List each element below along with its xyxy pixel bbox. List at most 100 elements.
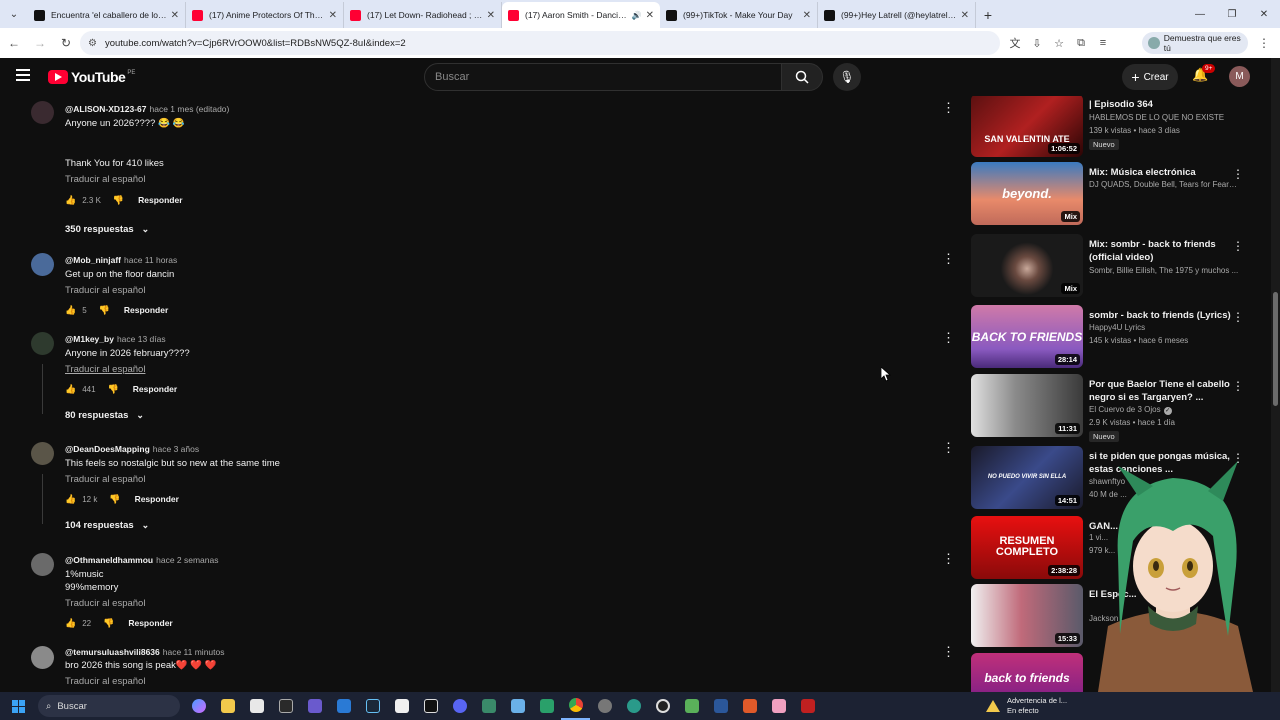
channel-name[interactable]: HABLEMOS DE LO QUE NO EXISTE — [1089, 113, 1239, 122]
nodes-app-icon[interactable] — [532, 692, 561, 720]
reply-button[interactable]: Responder — [124, 305, 168, 315]
video-thumbnail[interactable]: RESUMEN COMPLETO 2:38:28 — [971, 516, 1083, 579]
speaker-icon[interactable]: 🔊 — [632, 11, 642, 20]
reload-icon[interactable]: ↻ — [54, 31, 78, 55]
comment-more-icon[interactable]: ⋮ — [942, 440, 955, 456]
vtube-studio-icon[interactable] — [677, 692, 706, 720]
channel-name[interactable]: El Cuervo de 3 Ojos ✓ — [1089, 405, 1239, 415]
video-title[interactable]: Mix: sombr - back to friends (official v… — [1089, 238, 1239, 264]
restore-icon[interactable]: ❐ — [1216, 0, 1248, 28]
video-more-icon[interactable]: ⋮ — [1232, 167, 1244, 181]
obs-icon[interactable] — [648, 692, 677, 720]
comment-author[interactable]: @ALISON-XD123-67 — [65, 104, 147, 114]
comment-more-icon[interactable]: ⋮ — [942, 551, 955, 567]
site-info-icon[interactable]: ⚙ — [88, 38, 97, 49]
thumbs-down-icon[interactable]: 👎 — [113, 195, 124, 206]
mail-icon[interactable] — [329, 692, 358, 720]
video-more-icon[interactable]: ⋮ — [1232, 310, 1244, 324]
epic-games-icon[interactable] — [271, 692, 300, 720]
document-icon[interactable] — [387, 692, 416, 720]
video-thumbnail[interactable]: Mix — [971, 234, 1083, 297]
reply-button[interactable]: Responder — [128, 618, 172, 628]
browser-tab[interactable]: (17) Let Down- Radiohead ; Lyr... ✕ — [344, 2, 502, 28]
translate-link[interactable]: Traducir al español — [65, 285, 145, 296]
video-thumbnail[interactable]: back to friends — [971, 653, 1083, 692]
comment-author[interactable]: @DeanDoesMapping — [65, 444, 150, 454]
view-replies-button[interactable]: 104 respuestas ⌄ — [65, 520, 149, 531]
file-explorer-icon[interactable] — [213, 692, 242, 720]
back-arrow-icon[interactable]: ← — [2, 31, 26, 55]
video-title[interactable]: | Episodio 364 — [1089, 98, 1239, 111]
comment-more-icon[interactable]: ⋮ — [942, 330, 955, 346]
reply-button[interactable]: Responder — [133, 384, 177, 394]
comment-more-icon[interactable]: ⋮ — [942, 644, 955, 660]
video-thumbnail[interactable]: SAN VALENTIN ATE 1:06:52 — [971, 96, 1083, 157]
video-thumbnail[interactable]: beyond. Mix — [971, 162, 1083, 225]
comment-time[interactable]: hace 3 años — [153, 444, 199, 454]
comment-more-icon[interactable]: ⋮ — [942, 100, 955, 116]
video-more-icon[interactable]: ⋮ — [1232, 239, 1244, 253]
page-scrollbar[interactable] — [1271, 58, 1280, 692]
commenter-avatar[interactable] — [31, 442, 54, 465]
comment-time[interactable]: hace 11 minutos — [163, 647, 225, 657]
steam-icon[interactable] — [358, 692, 387, 720]
notifications-bell-icon[interactable]: 🔔 9+ — [1192, 64, 1216, 87]
translate-link[interactable]: Traducir al español — [65, 474, 145, 485]
comment-author[interactable]: @Mob_ninjaff — [65, 255, 121, 265]
tab-search-chevron-icon[interactable]: ⌄ — [0, 0, 28, 28]
video-thumbnail[interactable]: NO PUEDO VIVIR SIN ELLA 14:51 — [971, 446, 1083, 509]
youtube-logo[interactable]: YouTube PE — [48, 69, 135, 85]
bookmark-star-icon[interactable]: ☆ — [1048, 37, 1070, 50]
account-avatar[interactable]: M — [1229, 66, 1250, 87]
windows-start-icon[interactable] — [0, 692, 36, 720]
comment-author[interactable]: @Othmaneldhammou — [65, 555, 153, 565]
browser-tab[interactable]: Encuentra 'el caballero de los 7... ✕ — [28, 2, 186, 28]
scrollbar-thumb[interactable] — [1273, 292, 1278, 406]
notepad-icon[interactable] — [503, 692, 532, 720]
red-app-icon[interactable] — [793, 692, 822, 720]
fire-app-icon[interactable] — [735, 692, 764, 720]
translate-link[interactable]: Traducir al español — [65, 598, 145, 609]
view-replies-button[interactable]: 80 respuestas ⌄ — [65, 410, 144, 421]
copilot-icon[interactable] — [184, 692, 213, 720]
thumbs-down-icon[interactable]: 👎 — [109, 494, 120, 505]
comment-more-icon[interactable]: ⋮ — [942, 251, 955, 267]
forward-arrow-icon[interactable]: → — [28, 31, 52, 55]
close-window-icon[interactable]: ✕ — [1248, 0, 1280, 28]
word-icon[interactable] — [706, 692, 735, 720]
media-queue-icon[interactable]: ≡ — [1092, 37, 1114, 49]
search-button[interactable] — [781, 63, 823, 91]
chrome-icon[interactable] — [561, 692, 590, 720]
browser-tab[interactable]: (99+)TikTok - Make Your Day ✕ — [660, 2, 818, 28]
thumbs-up-icon[interactable]: 👍 — [65, 384, 76, 395]
video-more-icon[interactable]: ⋮ — [1232, 379, 1244, 393]
video-thumbnail[interactable]: 11:31 — [971, 374, 1083, 437]
comment-time[interactable]: hace 13 días — [117, 334, 166, 344]
translate-link[interactable]: Traducir al español — [65, 364, 145, 375]
recommended-video[interactable]: SAN VALENTIN ATE 1:06:52 | Episodio 364 … — [971, 96, 1261, 160]
recommended-video[interactable]: beyond. Mix Mix: Música electrónica DJ Q… — [971, 162, 1261, 228]
capcut-icon[interactable] — [416, 692, 445, 720]
browser-tab[interactable]: (17) Anime Protectors Of The E... ✕ — [186, 2, 344, 28]
new-tab-plus-icon[interactable]: + — [976, 2, 1000, 28]
recommended-video[interactable]: 11:31 Por que Baelor Tiene el cabello ne… — [971, 374, 1261, 442]
settings-gear-icon[interactable] — [590, 692, 619, 720]
comment-author[interactable]: @M1key_by — [65, 334, 114, 344]
hamburger-menu-icon[interactable] — [16, 69, 30, 81]
thumbs-up-icon[interactable]: 👍 — [65, 618, 76, 629]
video-thumbnail[interactable]: BACK TO FRIENDS 28:14 — [971, 305, 1083, 368]
thumbs-down-icon[interactable]: 👎 — [108, 384, 119, 395]
taskbar-search[interactable]: ⌕ Buscar — [38, 695, 180, 717]
close-tab-icon[interactable]: ✕ — [487, 10, 495, 21]
system-alert[interactable]: Advertencia de l... En efecto — [986, 692, 1067, 720]
close-tab-icon[interactable]: ✕ — [646, 10, 654, 21]
store-icon[interactable] — [242, 692, 271, 720]
comment-time[interactable]: hace 11 horas — [124, 255, 177, 265]
close-tab-icon[interactable]: ✕ — [171, 10, 179, 21]
commenter-avatar[interactable] — [31, 332, 54, 355]
close-tab-icon[interactable]: ✕ — [961, 10, 969, 21]
recommended-video[interactable]: BACK TO FRIENDS 28:14 sombr - back to fr… — [971, 305, 1261, 371]
reply-button[interactable]: Responder — [135, 494, 179, 504]
reply-button[interactable]: Responder — [138, 195, 182, 205]
comment-time[interactable]: hace 2 semanas — [156, 555, 218, 565]
